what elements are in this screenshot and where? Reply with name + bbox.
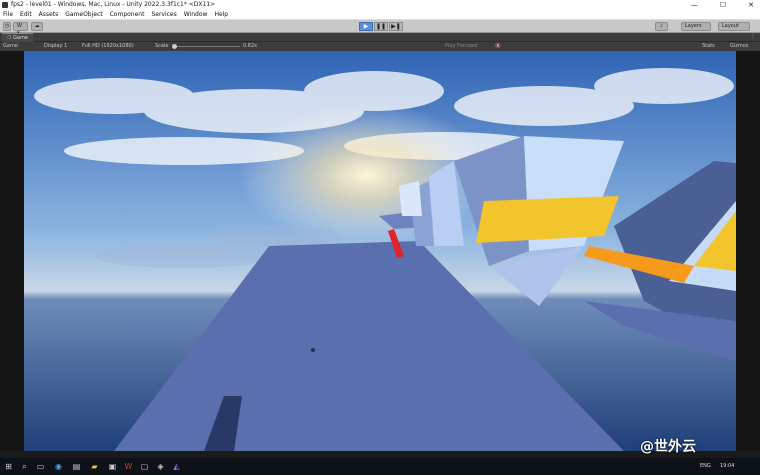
crosshair-dot (311, 348, 315, 352)
close-button[interactable]: ✕ (748, 0, 754, 10)
search-taskbar-icon[interactable]: ⌕ (20, 462, 29, 471)
display-dropdown[interactable]: Display 1 (44, 42, 67, 51)
tab-menu-icon[interactable]: ⋮ (750, 33, 756, 41)
scale-value: 0.82x (243, 43, 258, 49)
visual-studio-icon[interactable]: ◭ (172, 462, 181, 471)
play-controls: ▶ ❚❚ ▶❚ (359, 22, 403, 31)
menu-help[interactable]: Help (214, 11, 228, 18)
scale-slider-knob[interactable] (172, 44, 177, 49)
menu-file[interactable]: File (3, 11, 13, 18)
scale-label: Scale (155, 43, 169, 49)
task-view-icon[interactable]: ▭ (36, 462, 45, 471)
edge-browser-icon[interactable]: ◉ (54, 462, 63, 471)
maximize-button[interactable]: ☐ (720, 0, 726, 10)
step-button[interactable]: ▶❚ (389, 22, 403, 31)
scale-slider[interactable] (172, 44, 240, 49)
stats-button[interactable]: Stats (702, 42, 715, 51)
file-explorer-icon[interactable]: ▤ (72, 462, 81, 471)
small-block (399, 181, 422, 216)
menu-edit[interactable]: Edit (20, 11, 32, 18)
main-toolbar: ◷ W ▾ ☁ ▶ ❚❚ ▶❚ ⌕ Layers Layout (0, 20, 760, 36)
search-icon[interactable]: ⌕ (655, 22, 668, 31)
mute-icon[interactable]: 🔇 (495, 42, 501, 51)
menu-component[interactable]: Component (110, 11, 145, 18)
layout-dropdown[interactable]: Layout (718, 22, 750, 31)
tab-row: ⚆ Game ⋮ (0, 33, 760, 42)
folder-icon[interactable]: ▰ (90, 462, 99, 471)
menu-gameobject[interactable]: GameObject (65, 11, 102, 18)
game-view-letterbox-left (0, 51, 24, 451)
menu-window[interactable]: Window (184, 11, 208, 18)
pause-button[interactable]: ❚❚ (374, 22, 388, 31)
title-bar: fps2 - level01 - Windows, Mac, Linux - U… (0, 0, 760, 10)
play-focused-dropdown[interactable]: Play Focused (445, 42, 478, 51)
clock[interactable]: 19:04 (720, 461, 734, 472)
account-dropdown[interactable]: W ▾ (13, 22, 28, 36)
gizmos-dropdown[interactable]: Gizmos (730, 42, 748, 51)
game-scene (24, 51, 736, 451)
game-view[interactable] (24, 51, 736, 451)
layers-dropdown[interactable]: Layers (681, 22, 711, 31)
tab-game[interactable]: ⚆ Game (2, 33, 33, 42)
minimize-button[interactable]: — (691, 0, 698, 10)
resolution-dropdown[interactable]: Full HD (1920x1080) (82, 42, 134, 51)
mode-dropdown[interactable]: Game (3, 42, 18, 51)
play-button[interactable]: ▶ (359, 22, 373, 31)
language-indicator[interactable]: ENG (700, 461, 711, 472)
app2-icon[interactable]: ▢ (140, 462, 149, 471)
menu-assets[interactable]: Assets (39, 11, 59, 18)
history-icon[interactable]: ◷ (3, 22, 11, 31)
unity-logo-icon (2, 2, 8, 8)
unity-taskbar-icon[interactable]: ◈ (156, 462, 165, 471)
windows-start-icon[interactable]: ⊞ (4, 462, 13, 471)
window-controls: — ☐ ✕ (691, 0, 754, 10)
wps-icon[interactable]: W (124, 462, 133, 471)
app-icon[interactable]: ▣ (108, 462, 117, 471)
menu-bar: File Edit Assets GameObject Component Se… (0, 10, 760, 20)
tab-game-label: Game (13, 35, 28, 41)
cloud-icon[interactable]: ☁ (31, 22, 43, 31)
menu-services[interactable]: Services (151, 11, 176, 18)
window-title: fps2 - level01 - Windows, Mac, Linux - U… (11, 1, 216, 8)
game-view-letterbox-right (736, 51, 760, 451)
yellow-block (476, 196, 619, 243)
watermark: @世外云 (640, 439, 696, 455)
game-view-controls: Game Display 1 Full HD (1920x1080) Scale… (0, 42, 760, 51)
windows-taskbar: ⊞ ⌕ ▭ ◉ ▤ ▰ ▣ W ▢ ◈ ◭ ENG 19:04 (0, 458, 760, 475)
